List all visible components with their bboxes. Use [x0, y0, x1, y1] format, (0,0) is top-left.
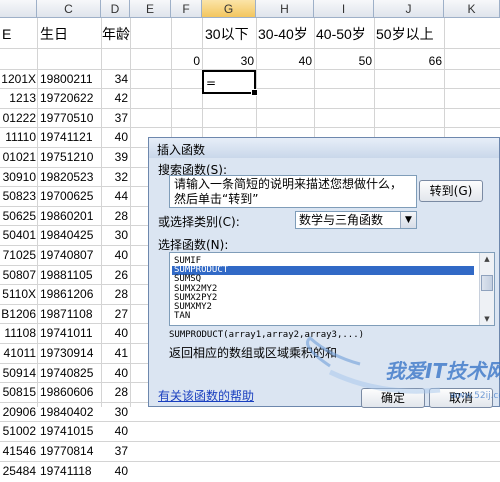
id-cell[interactable]: 71025 — [0, 244, 36, 266]
goto-button[interactable]: 转到(G) — [419, 180, 483, 202]
watermark-text: 我爱IT技术网 — [385, 359, 500, 383]
age-cell[interactable]: 28 — [101, 381, 128, 403]
grid-line — [37, 18, 38, 407]
chevron-down-icon[interactable]: ▼ — [400, 212, 416, 228]
id-cell[interactable]: 11110 — [0, 126, 36, 148]
function-item[interactable]: TAN — [172, 312, 474, 321]
id-cell[interactable]: 50815 — [0, 381, 36, 403]
column-header-c[interactable]: C — [37, 0, 101, 18]
birthday-cell[interactable]: 19720622 — [40, 87, 100, 109]
header-cell-under-30[interactable]: 30以下 — [205, 22, 255, 46]
header-cell-40-50[interactable]: 40-50岁 — [316, 22, 374, 46]
header-cell-b[interactable]: E — [2, 22, 36, 46]
age-cell[interactable]: 40 — [101, 460, 128, 482]
function-item[interactable]: SUMX2PY2 — [172, 294, 474, 303]
function-help-link[interactable]: 有关该函数的帮助 — [158, 387, 254, 404]
birthday-cell[interactable]: 19751210 — [40, 146, 100, 168]
birthday-cell[interactable]: 19860606 — [40, 381, 100, 403]
column-header-e[interactable]: E — [130, 0, 171, 18]
grid-line — [130, 18, 131, 407]
id-cell[interactable]: 41546 — [0, 440, 36, 462]
dialog-title: 插入函数 — [157, 143, 206, 157]
category-value: 数学与三角函数 — [299, 213, 384, 227]
birthday-cell[interactable]: 19741011 — [40, 322, 100, 344]
header-cell-30-40[interactable]: 30-40岁 — [258, 22, 314, 46]
scroll-thumb[interactable] — [481, 275, 493, 291]
column-header-f[interactable]: F — [171, 0, 202, 18]
birthday-cell[interactable]: 19741015 — [40, 420, 100, 442]
birthday-cell[interactable]: 19700625 — [40, 185, 100, 207]
column-header-g[interactable]: G — [202, 0, 256, 18]
birthday-cell[interactable]: 19770814 — [40, 440, 100, 462]
age-cell[interactable]: 37 — [101, 440, 128, 462]
search-function-input[interactable]: 请输入一条简短的说明来描述您想做什么，然后单击“转到” — [169, 175, 417, 208]
age-cell[interactable]: 44 — [101, 185, 128, 207]
function-item[interactable]: SUMSQ — [172, 275, 474, 284]
header-cell-birthday[interactable]: 生日 — [40, 22, 100, 46]
birthday-cell[interactable]: 19740807 — [40, 244, 100, 266]
id-cell[interactable]: 51002 — [0, 420, 36, 442]
column-header-i[interactable]: I — [314, 0, 374, 18]
column-header-k[interactable]: K — [444, 0, 500, 18]
function-item[interactable]: SUMX2MY2 — [172, 285, 474, 294]
id-cell[interactable]: 5110X — [0, 283, 36, 305]
watermark-swoosh-icon: 我爱IT技术网 www.52ij.com — [306, 336, 500, 401]
column-header-h[interactable]: H — [256, 0, 314, 18]
category-select[interactable]: 数学与三角函数 ▼ — [295, 211, 417, 229]
scroll-up-icon[interactable]: ▲ — [480, 253, 494, 265]
id-cell[interactable]: 01021 — [0, 146, 36, 168]
id-cell[interactable]: 50823 — [0, 185, 36, 207]
column-header-b[interactable] — [0, 0, 37, 18]
id-cell[interactable]: 50401 — [0, 224, 36, 246]
fill-handle[interactable] — [251, 89, 258, 96]
age-cell[interactable]: 42 — [101, 87, 128, 109]
id-cell[interactable]: 1213 — [0, 87, 36, 109]
function-list[interactable]: SUMIF SUMPRODUCT SUMSQ SUMX2MY2 SUMX2PY2… — [169, 252, 495, 326]
age-cell[interactable]: 40 — [101, 126, 128, 148]
age-cell[interactable]: 30 — [101, 224, 128, 246]
id-cell[interactable]: 11108 — [0, 322, 36, 344]
active-cell-formula[interactable]: = — [202, 70, 258, 96]
category-label: 或选择类别(C): — [158, 215, 240, 229]
age-cell[interactable]: 40 — [101, 244, 128, 266]
id-cell[interactable]: 25484 — [0, 460, 36, 482]
birthday-cell[interactable]: 19741118 — [40, 460, 100, 482]
function-list-scrollbar[interactable]: ▲ ▼ — [479, 253, 494, 325]
birthday-cell[interactable]: 19741121 — [40, 126, 100, 148]
dialog-title-bar[interactable]: 插入函数 — [149, 138, 499, 158]
age-cell[interactable]: 39 — [101, 146, 128, 168]
age-cell[interactable]: 40 — [101, 420, 128, 442]
age-cell[interactable]: 40 — [101, 322, 128, 344]
active-cell-value: = — [206, 76, 217, 90]
scroll-down-icon[interactable]: ▼ — [480, 313, 494, 325]
birthday-cell[interactable]: 19840425 — [40, 224, 100, 246]
column-header-j[interactable]: J — [374, 0, 444, 18]
function-item-selected[interactable]: SUMPRODUCT — [172, 266, 474, 275]
age-cell[interactable]: 41 — [101, 342, 128, 364]
watermark-logo: 我爱IT技术网 www.52ij.com — [290, 336, 500, 407]
header-cell-over-50[interactable]: 50岁以上 — [376, 22, 444, 46]
function-item[interactable]: SUMXMY2 — [172, 303, 474, 312]
birthday-cell[interactable]: 19861206 — [40, 283, 100, 305]
id-cell[interactable]: 41011 — [0, 342, 36, 364]
age-cell[interactable]: 28 — [101, 283, 128, 305]
watermark-url: www.52ij.com — [450, 391, 500, 401]
birthday-cell[interactable]: 19730914 — [40, 342, 100, 364]
grid-line — [0, 48, 500, 49]
header-cell-age[interactable]: 年龄 — [102, 22, 130, 46]
column-header-d[interactable]: D — [101, 0, 130, 18]
select-function-label: 选择函数(N): — [158, 238, 229, 252]
